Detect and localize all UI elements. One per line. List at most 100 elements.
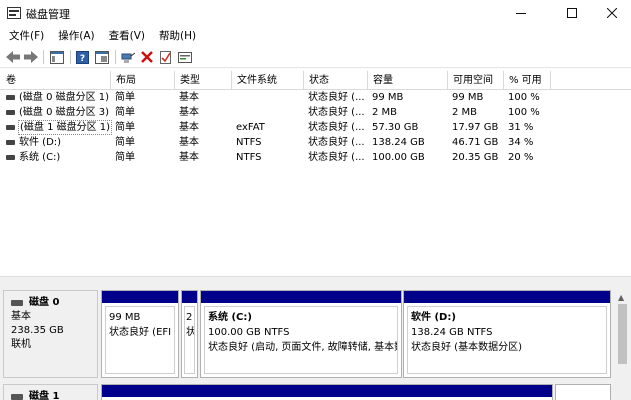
partition-software-d[interactable]: 软件 (D:) 138.24 GB NTFS 状态良好 (基本数据分区) <box>403 290 611 378</box>
disk-name: 磁盘 0 <box>29 297 60 308</box>
partition-efi[interactable]: 99 MB 状态良好 (EFI 系 <box>101 290 179 378</box>
delete-button[interactable] <box>138 49 155 65</box>
close-button[interactable] <box>590 0 631 26</box>
table-row[interactable]: 系统 (C:) 简单 基本 NTFS 状态良好 (... 100.00 GB 2… <box>0 150 631 165</box>
menu-bar: 文件(F) 操作(A) 查看(V) 帮助(H) <box>0 26 631 46</box>
partition-bar <box>102 291 178 303</box>
partition-status: 状态良好 (基本数据分区) <box>411 342 522 353</box>
cell-layout: 简单 <box>115 107 135 118</box>
connect-button[interactable] <box>119 49 136 65</box>
partition-system-c[interactable]: 系统 (C:) 100.00 GB NTFS 状态良好 (启动, 页面文件, 故… <box>200 290 402 378</box>
cell-status: 状态良好 (... <box>308 137 365 148</box>
disk-management-app-icon <box>7 7 21 19</box>
menu-help[interactable]: 帮助(H) <box>152 26 203 46</box>
properties-icon <box>94 50 109 64</box>
help-icon: ? <box>76 50 89 64</box>
disk-1-title: 磁盘 1 <box>11 390 97 400</box>
volume-icon <box>6 110 15 115</box>
minimize-icon <box>516 13 526 14</box>
cell-layout: 简单 <box>115 122 135 133</box>
cell-filesystem: NTFS <box>236 137 262 148</box>
cell-percent-free: 34 % <box>508 137 534 148</box>
close-icon <box>607 8 617 18</box>
toolbar-separator <box>43 50 44 64</box>
partition-body: 99 MB 状态良好 (EFI 系 <box>105 306 175 374</box>
cell-free-space: 46.71 GB <box>452 137 499 148</box>
volume-icon <box>6 140 15 145</box>
volume-name: 软件 (D:) <box>19 137 62 148</box>
cell-percent-free: 20 % <box>508 152 534 163</box>
partition-status: 状 <box>186 327 195 338</box>
scroll-thumb[interactable] <box>618 304 627 364</box>
column-header-layout[interactable]: 布局 <box>111 71 175 90</box>
menu-action[interactable]: 操作(A) <box>51 26 101 46</box>
column-header-free-space[interactable]: 可用空间 <box>448 71 504 90</box>
cell-capacity: 2 MB <box>372 107 398 118</box>
menu-file[interactable]: 文件(F) <box>2 26 51 46</box>
maximize-button[interactable] <box>550 0 594 26</box>
column-header-filesystem[interactable]: 文件系统 <box>232 71 304 90</box>
disk-name: 磁盘 1 <box>29 391 60 400</box>
cell-capacity: 99 MB <box>372 92 404 103</box>
disk-icon <box>11 394 23 400</box>
cell-type: 基本 <box>179 137 199 148</box>
cell-percent-free: 100 % <box>508 107 540 118</box>
cell-status: 状态良好 (... <box>308 152 365 163</box>
column-header-status[interactable]: 状态 <box>304 71 368 90</box>
partition-bar <box>182 291 197 303</box>
toolbar-separator <box>115 50 116 64</box>
cell-capacity: 138.24 GB <box>372 137 425 148</box>
disk-1-label[interactable]: 磁盘 1 <box>3 384 98 400</box>
partition-body: 软件 (D:) 138.24 GB NTFS 状态良好 (基本数据分区) <box>407 306 607 374</box>
delete-icon <box>140 51 153 63</box>
connect-icon <box>121 52 135 63</box>
check-icon <box>160 50 171 64</box>
partition-size: 100.00 GB NTFS <box>208 327 290 338</box>
volume-list: 卷 布局 类型 文件系统 状态 容量 可用空间 % 可用 (磁盘 0 磁盘分区 … <box>0 71 631 276</box>
properties-button[interactable] <box>93 49 110 65</box>
partition-size: 2 <box>186 312 193 323</box>
cell-percent-free: 31 % <box>508 122 534 133</box>
cell-status: 状态良好 (... <box>308 122 365 133</box>
partition-size: 138.24 GB NTFS <box>411 327 493 338</box>
cell-filesystem: exFAT <box>236 122 265 133</box>
disk-graphical-view: 磁盘 0 基本 238.35 GB 联机 99 MB 状态良好 (EFI 系 2… <box>0 280 631 400</box>
console-tree-button[interactable] <box>48 49 65 65</box>
disk-type: 基本 <box>11 311 31 322</box>
menu-view[interactable]: 查看(V) <box>102 26 152 46</box>
cell-capacity: 100.00 GB <box>372 152 425 163</box>
table-row[interactable]: (磁盘 1 磁盘分区 1) 简单 基本 exFAT 状态良好 (... 57.3… <box>0 120 631 135</box>
disk-size: 238.35 GB <box>11 325 64 336</box>
minimize-button[interactable] <box>499 0 543 26</box>
back-button[interactable] <box>4 49 21 65</box>
partition-disk1-unallocated[interactable] <box>555 384 611 400</box>
table-row[interactable]: (磁盘 0 磁盘分区 1) 简单 基本 状态良好 (... 99 MB 99 M… <box>0 90 631 105</box>
check-button[interactable] <box>157 49 174 65</box>
table-row[interactable]: (磁盘 0 磁盘分区 3) 简单 基本 状态良好 (... 2 MB 2 MB … <box>0 105 631 120</box>
column-header-type[interactable]: 类型 <box>175 71 232 90</box>
settings-button[interactable] <box>176 49 193 65</box>
partition-bar <box>404 291 610 303</box>
settings-icon <box>177 51 192 63</box>
partition-disk1[interactable] <box>101 384 553 400</box>
column-header-volume[interactable]: 卷 <box>0 71 111 90</box>
scroll-up-icon[interactable]: ▲ <box>618 293 624 302</box>
forward-button[interactable] <box>22 49 39 65</box>
partition-reserved[interactable]: 2 状 <box>181 290 198 378</box>
toolbar: ? <box>0 46 631 68</box>
vertical-scrollbar[interactable]: ▲ <box>614 290 631 400</box>
column-header-capacity[interactable]: 容量 <box>368 71 448 90</box>
back-icon <box>5 51 20 63</box>
toolbar-separator <box>70 50 71 64</box>
cell-filesystem: NTFS <box>236 152 262 163</box>
column-header-percent-free[interactable]: % 可用 <box>504 71 551 90</box>
disk-status: 联机 <box>11 339 31 350</box>
partition-bar <box>102 385 552 397</box>
help-button[interactable]: ? <box>74 49 91 65</box>
cell-layout: 简单 <box>115 152 135 163</box>
partition-size: 99 MB <box>109 312 141 323</box>
disk-0-label[interactable]: 磁盘 0 基本 238.35 GB 联机 <box>3 290 98 378</box>
forward-icon <box>23 51 38 63</box>
table-row[interactable]: 软件 (D:) 简单 基本 NTFS 状态良好 (... 138.24 GB 4… <box>0 135 631 150</box>
svg-text:?: ? <box>80 54 85 64</box>
